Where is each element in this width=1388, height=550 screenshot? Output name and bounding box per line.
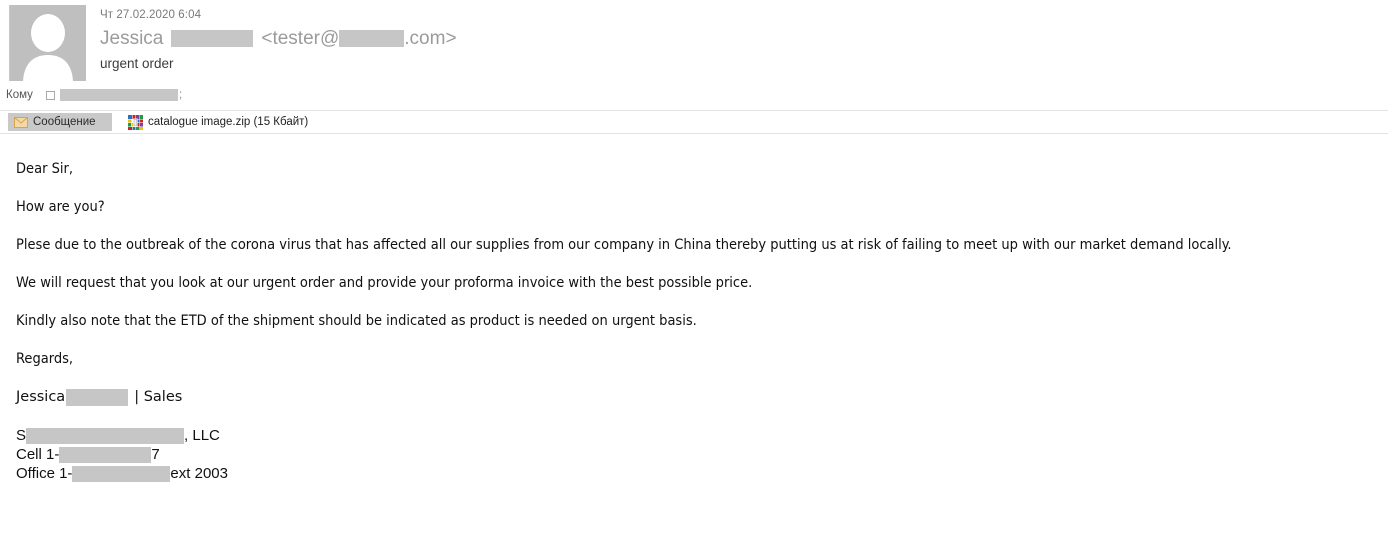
signature-role: | Sales xyxy=(134,389,183,405)
signature-first-name: Jessica xyxy=(16,389,66,405)
header-text-group: Чт 27.02.2020 6:04 Jessica <tester@ .com> … xyxy=(100,8,457,72)
attachment-filename: catalogue image.zip (15 Кбайт) xyxy=(148,116,309,128)
body-paragraph: Plese due to the outbreak of the corona … xyxy=(16,237,1232,253)
sender-domain-redaction xyxy=(339,30,405,48)
signature-office-label: Office 1- xyxy=(16,465,73,482)
recipient-label: Кому xyxy=(6,89,33,101)
attachment-item[interactable]: catalogue image.zip (15 Кбайт) xyxy=(128,114,309,130)
body-paragraph: Regards, xyxy=(16,351,74,367)
signature-name-line: Jessica | Sales xyxy=(16,388,1388,406)
signature-cell-redaction xyxy=(59,446,152,463)
recipient-row: Кому ; xyxy=(6,89,182,101)
body-paragraph: We will request that you look at our urg… xyxy=(16,275,753,291)
email-body: Dear Sir, How are you? Plese due to the … xyxy=(0,134,1388,483)
signature-block: S , LLC Cell 1- 7 Office 1- ext 2003 xyxy=(16,426,1388,483)
signature-cell-label: Cell 1- xyxy=(16,446,60,463)
signature-company-prefix: S xyxy=(16,427,27,444)
signature-company-redaction xyxy=(26,427,185,444)
tab-message-label: Сообщение xyxy=(33,116,96,128)
attachment-bar: Сообщение catalogue image.zip (15 Кбайт) xyxy=(0,111,1388,133)
email-subject: urgent order xyxy=(100,56,174,71)
person-placeholder-icon xyxy=(10,5,86,81)
signature-surname-redaction xyxy=(66,388,129,406)
body-paragraph: How are you? xyxy=(16,199,105,215)
recipient-value[interactable]: ; xyxy=(60,89,182,101)
signature-company-line: S , LLC xyxy=(16,426,1388,445)
tab-message[interactable]: Сообщение xyxy=(8,113,112,131)
signature-office-redaction xyxy=(72,465,171,482)
signature-company-suffix: , LLC xyxy=(184,427,220,444)
email-date: Чт 27.02.2020 6:04 xyxy=(100,9,202,21)
recipient-redaction xyxy=(60,89,178,101)
envelope-icon xyxy=(14,116,28,128)
avatar xyxy=(9,5,86,81)
body-paragraph: Kindly also note that the ETD of the shi… xyxy=(16,313,697,329)
sender-line: Jessica <tester@ .com> xyxy=(100,26,457,52)
sender-email-close: .com> xyxy=(404,28,457,49)
signature-cell-suffix: 7 xyxy=(151,446,160,463)
sender-name: Jessica xyxy=(100,28,164,49)
email-header: Чт 27.02.2020 6:04 Jessica <tester@ .com> … xyxy=(0,0,1388,110)
recipient-checkbox[interactable] xyxy=(46,90,55,100)
recipient-separator: ; xyxy=(179,89,183,101)
sender-email-open: <tester@ xyxy=(261,28,340,49)
signature-cell-line: Cell 1- 7 xyxy=(16,445,1388,464)
body-paragraph: Dear Sir, xyxy=(16,161,73,177)
signature-office-line: Office 1- ext 2003 xyxy=(16,464,1388,483)
signature-office-suffix: ext 2003 xyxy=(170,465,228,482)
sender-surname-redaction xyxy=(171,30,254,48)
winrar-archive-icon xyxy=(128,114,143,130)
